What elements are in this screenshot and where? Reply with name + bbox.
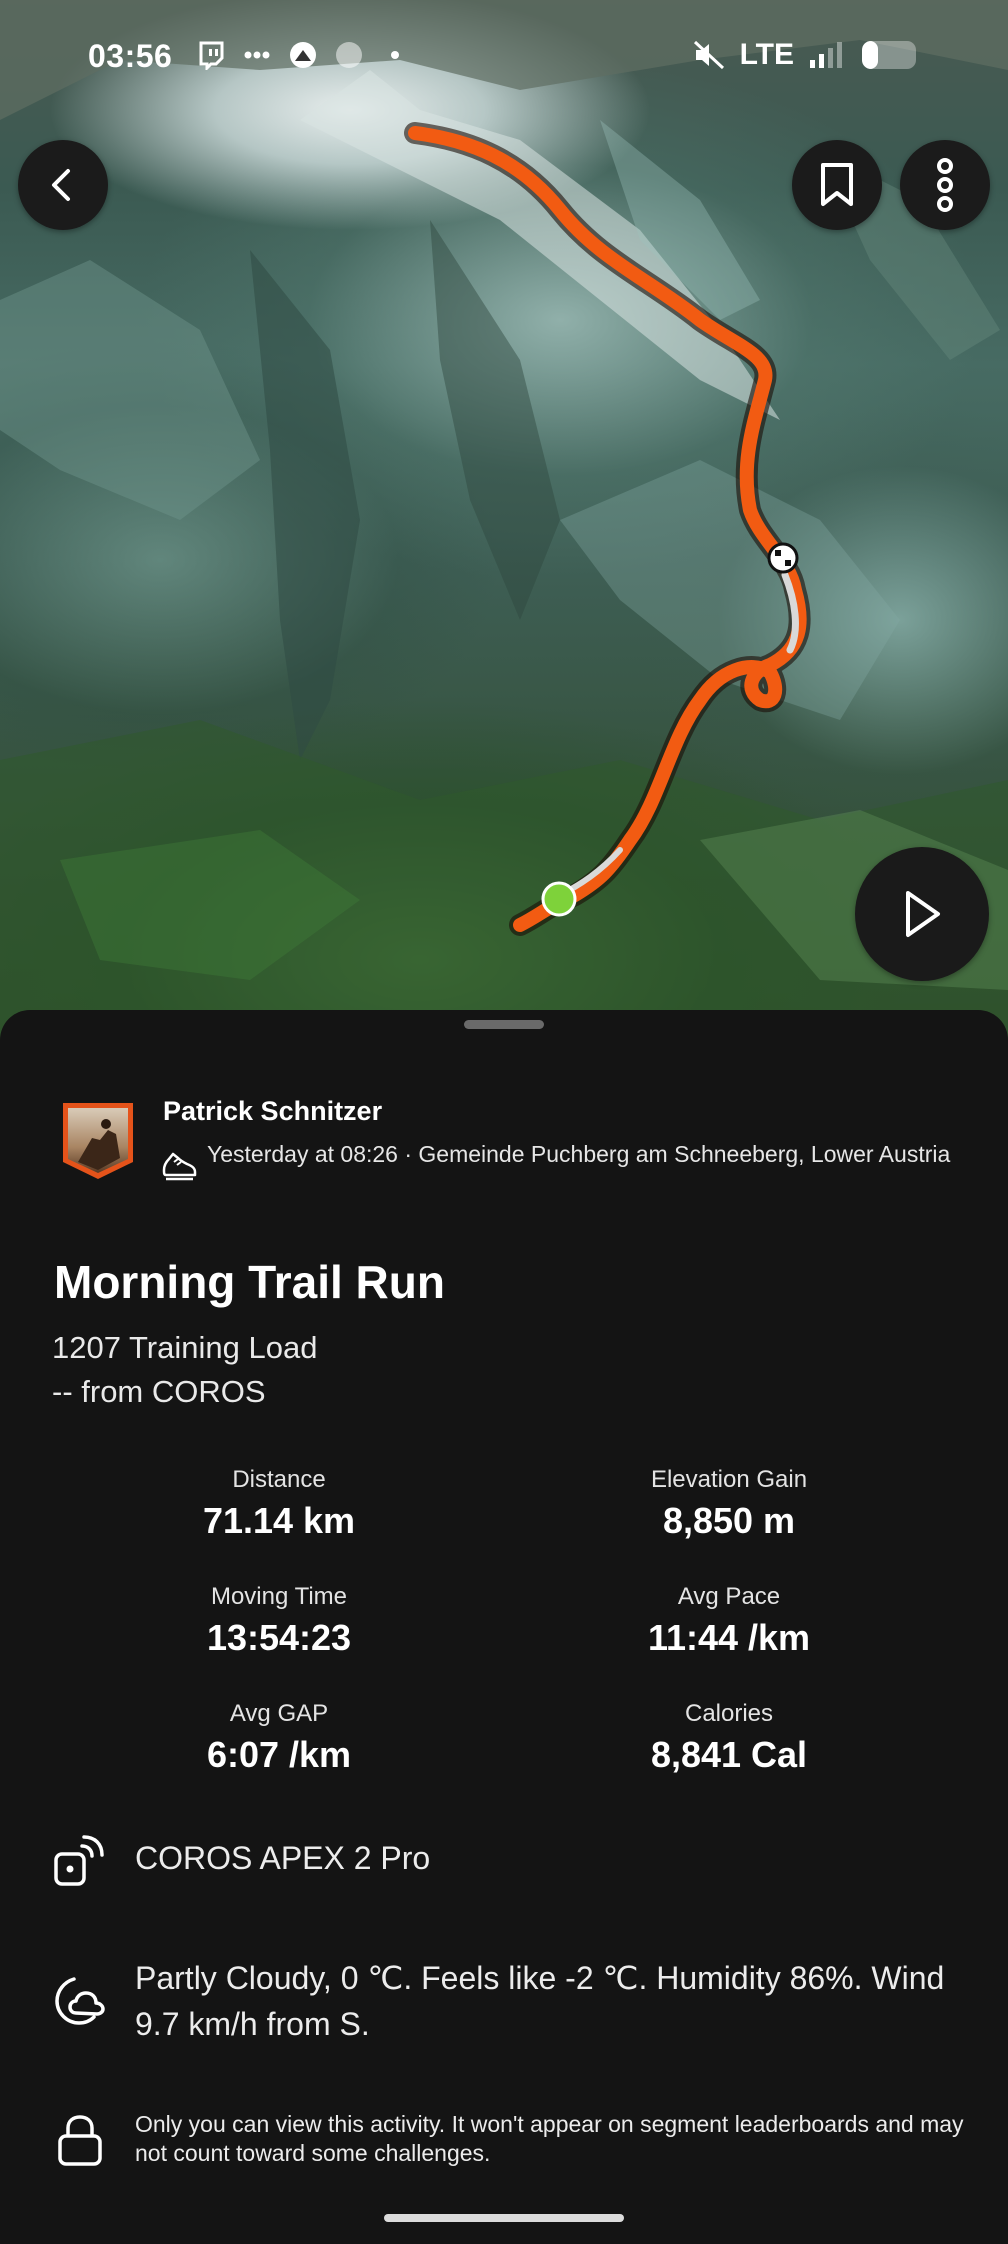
stat-elevation-gain: Elevation Gain 8,850 m — [549, 1466, 909, 1542]
status-time: 03:56 — [88, 38, 173, 74]
data-source: -- from COROS — [52, 1374, 266, 1409]
stat-value: 13:54:23 — [206, 1617, 352, 1658]
weather-summary: Partly Cloudy, 0 ℃. Feels like -2 ℃. Hum… — [135, 1960, 945, 2042]
activity-details-sheet: Patrick Schnitzer Yesterday at 08:26 · G… — [0, 1010, 1008, 2244]
battery-icon — [862, 41, 916, 69]
route-map[interactable]: 03:56 LTE — [0, 0, 1008, 1040]
stat-label: Distance — [232, 1466, 326, 1493]
stat-label: Calories — [684, 1700, 774, 1727]
stat-avg-pace: Avg Pace 11:44 /km — [549, 1583, 909, 1659]
more-options-button[interactable] — [900, 140, 990, 230]
finish-marker-icon — [767, 542, 799, 574]
stat-value: 8,841 Cal — [650, 1734, 808, 1775]
play-icon — [906, 891, 940, 937]
stat-label: Elevation Gain — [650, 1466, 808, 1493]
stat-value: 6:07 /km — [206, 1734, 352, 1775]
privacy-notice: Only you can view this activity. It won'… — [135, 2111, 964, 2166]
network-type: LTE — [739, 38, 794, 71]
more-vertical-icon — [937, 158, 953, 212]
stat-calories: Calories 8,841 Cal — [549, 1700, 909, 1776]
lock-icon — [58, 2115, 102, 2166]
system-icons: LTE — [692, 38, 916, 72]
home-indicator[interactable] — [384, 2214, 624, 2222]
activity-title: Morning Trail Run — [54, 1256, 445, 1308]
start-marker-icon — [541, 881, 577, 917]
more-notifications-icon — [391, 51, 399, 59]
help-icon — [336, 42, 362, 68]
avatar[interactable] — [60, 1100, 136, 1182]
mute-icon — [693, 40, 724, 70]
stat-distance: Distance 71.14 km — [99, 1466, 459, 1542]
signal-icon — [810, 42, 842, 68]
device-name: COROS APEX 2 Pro — [135, 1840, 431, 1876]
stat-label: Moving Time — [210, 1583, 348, 1610]
notification-icons — [196, 40, 410, 70]
stat-label: Avg GAP — [229, 1700, 329, 1727]
play-flyover-button[interactable] — [855, 847, 989, 981]
sheet-drag-handle[interactable] — [464, 1020, 544, 1029]
battery-level — [862, 41, 879, 69]
partly-cloudy-night-icon — [55, 1977, 105, 2025]
stat-avg-gap: Avg GAP 6:07 /km — [99, 1700, 459, 1776]
watch-icon — [54, 1835, 104, 1886]
stat-value: 8,850 m — [662, 1500, 796, 1541]
dots-icon — [244, 51, 270, 59]
athlete-name[interactable]: Patrick Schnitzer — [163, 1096, 382, 1127]
stat-value: 71.14 km — [202, 1500, 356, 1541]
stat-label: Avg Pace — [677, 1583, 781, 1610]
stat-value: 11:44 /km — [647, 1617, 811, 1658]
stat-moving-time: Moving Time 13:54:23 — [99, 1583, 459, 1659]
bookmark-button[interactable] — [792, 140, 882, 230]
running-shoe-icon — [162, 1152, 197, 1181]
chevron-left-icon — [52, 169, 70, 201]
activity-date-location: Yesterday at 08:26 · Gemeinde Puchberg a… — [207, 1141, 951, 1167]
status-bar: 03:56 LTE — [0, 0, 1008, 110]
twitch-icon — [199, 41, 224, 70]
bookmark-icon — [821, 163, 853, 206]
training-load: 1207 Training Load — [52, 1330, 318, 1365]
app-logo-icon — [290, 42, 316, 68]
back-button[interactable] — [18, 140, 108, 230]
activity-screen: 03:56 LTE Patrick Schnitzer Yesterday at… — [0, 0, 1008, 2244]
